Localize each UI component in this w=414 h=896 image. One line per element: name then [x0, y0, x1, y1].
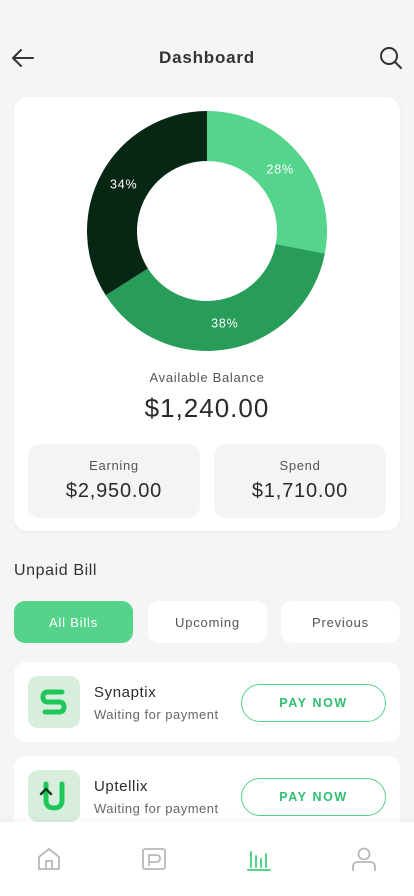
- nav-wallet[interactable]: [141, 846, 167, 872]
- donut-slice-label-0: 28%: [266, 163, 293, 177]
- unpaid-bill-title: Unpaid Bill: [14, 562, 98, 579]
- top-bar: Dashboard: [0, 40, 414, 76]
- synaptix-logo-icon: [28, 676, 80, 728]
- search-button[interactable]: [378, 45, 404, 71]
- available-balance-value: $1,240.00: [144, 393, 270, 423]
- home-icon: [38, 848, 60, 870]
- nav-home[interactable]: [36, 846, 62, 872]
- pay-now-button[interactable]: PAY NOW: [241, 778, 386, 816]
- bar-chart-icon: [247, 851, 271, 871]
- uptellix-logo-icon: [28, 770, 80, 822]
- pay-now-button[interactable]: PAY NOW: [241, 684, 386, 722]
- bill-status: Waiting for payment: [94, 801, 219, 816]
- wallet-icon: [142, 848, 166, 870]
- bill-name: Synaptix: [94, 684, 157, 701]
- earning-value: $2,950.00: [65, 480, 163, 502]
- donut-slice-0: [207, 111, 327, 254]
- available-balance-label: Available Balance: [149, 370, 265, 385]
- earning-box: Earning $2,950.00: [28, 444, 200, 518]
- bottom-navigation: [0, 822, 414, 896]
- spend-value: $1,710.00: [251, 480, 349, 502]
- search-icon: [380, 47, 402, 69]
- donut-slice-2: [87, 111, 207, 296]
- nav-profile[interactable]: [351, 846, 377, 872]
- page-title: Dashboard: [159, 48, 255, 67]
- tab-previous[interactable]: Previous: [281, 601, 400, 643]
- tab-all-bills[interactable]: All Bills: [14, 601, 133, 643]
- balance-donut-chart: 28% 38% 34%: [87, 111, 327, 351]
- donut-slice-label-1: 38%: [211, 317, 238, 331]
- nav-statistics[interactable]: [246, 846, 272, 872]
- donut-slice-label-2: 34%: [110, 178, 137, 192]
- bill-name: Uptellix: [94, 778, 148, 795]
- balance-card: 28% 38% 34% Available Balance $1,240.00 Ea…: [14, 97, 400, 531]
- spend-label: Spend: [279, 458, 321, 473]
- tab-upcoming[interactable]: Upcoming: [148, 601, 267, 643]
- bill-status: Waiting for payment: [94, 707, 219, 722]
- bill-item-synaptix[interactable]: Synaptix Waiting for payment PAY NOW: [14, 662, 400, 742]
- user-icon: [352, 847, 376, 871]
- spend-box: Spend $1,710.00: [214, 444, 386, 518]
- earning-label: Earning: [89, 458, 139, 473]
